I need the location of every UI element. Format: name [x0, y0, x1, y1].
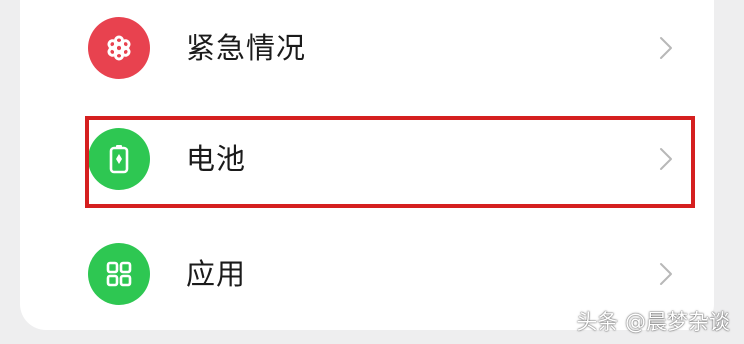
battery-icon	[88, 128, 150, 190]
settings-card: 紧急情况 电池 应用	[20, 0, 714, 330]
apps-grid-icon	[88, 243, 150, 305]
chevron-right-icon	[660, 37, 672, 59]
settings-item-label: 应用	[186, 257, 247, 291]
chevron-right-icon	[660, 263, 672, 285]
settings-item-battery[interactable]: 电池	[20, 111, 714, 207]
chevron-right-icon	[660, 148, 672, 170]
watermark: 头条 @晨梦杂谈	[576, 310, 730, 334]
settings-item-label: 紧急情况	[186, 31, 307, 65]
emergency-icon	[88, 17, 150, 79]
settings-item-label: 电池	[186, 142, 247, 176]
settings-item-emergency[interactable]: 紧急情况	[20, 0, 714, 96]
